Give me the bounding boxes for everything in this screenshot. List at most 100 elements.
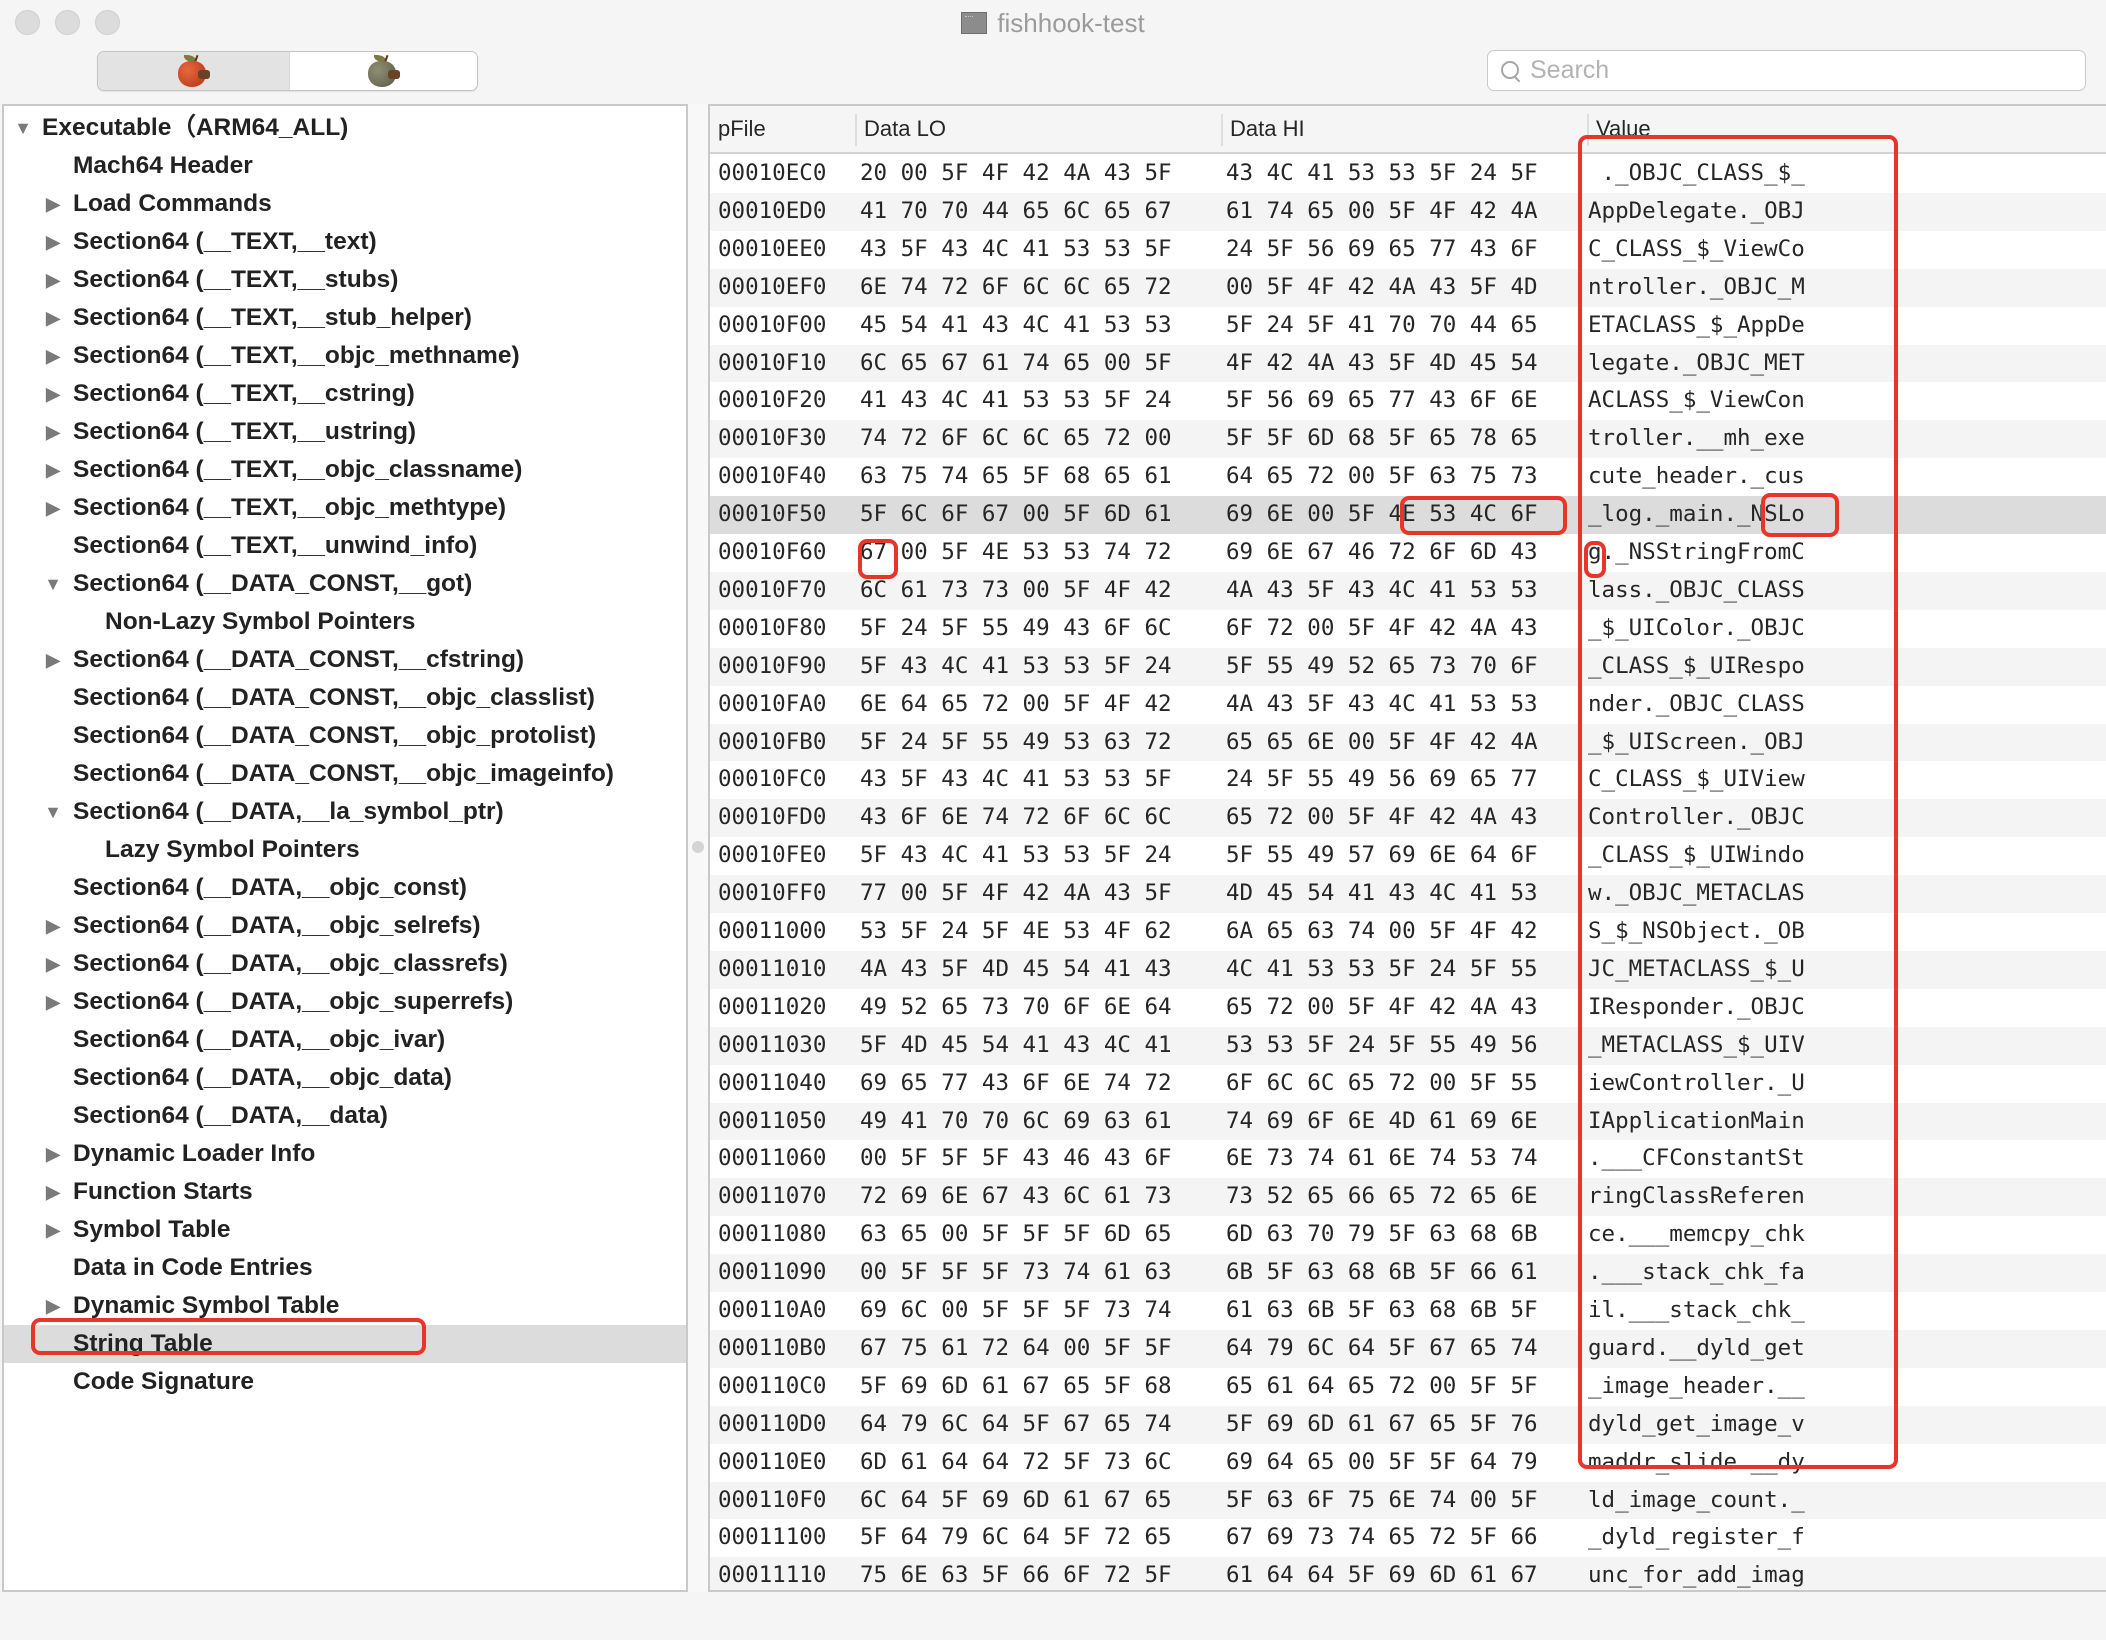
hex-table[interactable]: pFile Data LO Data HI Value 00010EC0 20 0… [708, 104, 2106, 1592]
disclosure-triangle-collapsed-icon[interactable]: ▶ [44, 1211, 62, 1249]
table-row[interactable]: 00010ED0 41 70 70 44 65 6C 65 67 61 74 65 … [710, 192, 2106, 231]
table-row[interactable]: 000110A0 69 6C 00 5F 5F 5F 73 74 61 63 6B … [710, 1292, 2106, 1330]
disclosure-triangle-collapsed-icon[interactable]: ▶ [44, 299, 62, 337]
tree-item[interactable]: ▶ Section64 (__DATA,__objc_classrefs) [4, 945, 686, 983]
table-row[interactable]: 00011100 5F 64 79 6C 64 5F 72 65 67 69 73 … [710, 1519, 2106, 1557]
disclosure-triangle-collapsed-icon[interactable]: ▶ [44, 489, 62, 527]
tree-item[interactable]: ▶ Section64 (__TEXT,__ustring) [4, 413, 686, 451]
table-row[interactable]: 00011090 00 5F 5F 5F 73 74 61 63 6B 5F 63 … [710, 1254, 2106, 1292]
tree-item[interactable]: Data in Code Entries [4, 1249, 686, 1287]
column-header-data-lo[interactable]: Data LO [856, 106, 946, 152]
disclosure-triangle-collapsed-icon[interactable]: ▶ [44, 1135, 62, 1173]
table-row[interactable]: 000110F0 6C 64 5F 69 6D 61 67 65 5F 63 6F … [710, 1481, 2106, 1520]
tree-item[interactable]: Section64 (__DATA,__data) [4, 1097, 686, 1135]
tree-item[interactable]: Section64 (__DATA,__objc_const) [4, 869, 686, 907]
disclosure-triangle-expanded-icon[interactable]: ▼ [14, 109, 32, 147]
tree-item[interactable]: Section64 (__DATA_CONST,__objc_classlist… [4, 679, 686, 717]
disclosure-triangle-expanded-icon[interactable]: ▼ [44, 793, 62, 831]
tree-item[interactable]: Mach64 Header [4, 147, 686, 185]
disclosure-triangle-collapsed-icon[interactable]: ▶ [44, 451, 62, 489]
table-row[interactable]: 00011070 72 69 6E 67 43 6C 61 73 73 52 65 … [710, 1178, 2106, 1217]
tree-item[interactable]: ▶ Dynamic Loader Info [4, 1135, 686, 1173]
table-row[interactable]: 00010F20 41 43 4C 41 53 53 5F 24 5F 56 69 … [710, 382, 2106, 420]
segment-raw-mode[interactable] [290, 52, 477, 90]
table-row[interactable]: 00011020 49 52 65 73 70 6F 6E 64 65 72 00 … [710, 989, 2106, 1027]
tree-item[interactable]: ▼ Section64 (__DATA_CONST,__got) [4, 565, 686, 603]
disclosure-triangle-collapsed-icon[interactable]: ▶ [44, 261, 62, 299]
disclosure-triangle-collapsed-icon[interactable]: ▶ [44, 337, 62, 375]
column-header-pfile[interactable]: pFile [710, 106, 766, 152]
disclosure-triangle-collapsed-icon[interactable]: ▶ [44, 945, 62, 983]
tree-item[interactable]: ▶ Section64 (__TEXT,__objc_methtype) [4, 489, 686, 527]
table-row[interactable]: 00010F70 6C 61 73 73 00 5F 4F 42 4A 43 5F … [710, 571, 2106, 610]
tree-item[interactable]: ▼ Executable（ARM64_ALL) [4, 109, 686, 147]
tree-item[interactable]: Lazy Symbol Pointers [4, 831, 686, 869]
table-row[interactable]: 00011080 63 65 00 5F 5F 5F 6D 65 6D 63 70 … [710, 1216, 2106, 1254]
table-row[interactable]: 00010EC0 20 00 5F 4F 42 4A 43 5F 43 4C 41 … [710, 155, 2106, 193]
table-row[interactable]: 00010FA0 6E 64 65 72 00 5F 4F 42 4A 43 5F … [710, 686, 2106, 724]
table-row[interactable]: 00010F80 5F 24 5F 55 49 43 6F 6C 6F 72 00 … [710, 610, 2106, 648]
table-row[interactable]: 00010FD0 43 6F 6E 74 72 6F 6C 6C 65 72 00 … [710, 799, 2106, 838]
table-row[interactable]: 00010F40 63 75 74 65 5F 68 65 61 64 65 72 … [710, 458, 2106, 496]
search-input[interactable] [1530, 56, 2070, 85]
tree-item[interactable]: Section64 (__DATA,__objc_data) [4, 1059, 686, 1097]
table-row[interactable]: 00011060 00 5F 5F 5F 43 46 43 6F 6E 73 74 … [710, 1140, 2106, 1178]
disclosure-triangle-collapsed-icon[interactable]: ▶ [44, 185, 62, 223]
search-field[interactable] [1487, 50, 2086, 91]
table-row[interactable]: 00010F90 5F 43 4C 41 53 53 5F 24 5F 55 49 … [710, 647, 2106, 686]
tree-item[interactable]: ▶ Section64 (__DATA_CONST,__cfstring) [4, 641, 686, 679]
column-header-value[interactable]: Value [1588, 106, 1651, 152]
table-row[interactable]: 00010F50 5F 6C 6F 67 00 5F 6D 61 69 6E 00 … [710, 496, 2106, 534]
table-row[interactable]: 00011030 5F 4D 45 54 41 43 4C 41 53 53 5F … [710, 1026, 2106, 1065]
divider-handle[interactable] [692, 841, 704, 853]
table-row[interactable]: 00011110 75 6E 63 5F 66 6F 72 5F 61 64 64 … [710, 1557, 2106, 1590]
table-row[interactable]: 00010F60 67 00 5F 4E 53 53 74 72 69 6E 67 … [710, 534, 2106, 572]
column-header-data-hi[interactable]: Data HI [1222, 106, 1305, 152]
tree-item[interactable]: ▶ Section64 (__DATA,__objc_superrefs) [4, 983, 686, 1021]
tree-item[interactable]: Section64 (__TEXT,__unwind_info) [4, 527, 686, 565]
table-row[interactable]: 00010FC0 43 5F 43 4C 41 53 53 5F 24 5F 55 … [710, 761, 2106, 799]
table-row[interactable]: 00010F10 6C 65 67 61 74 65 00 5F 4F 42 4A … [710, 344, 2106, 383]
table-row[interactable]: 00010FE0 5F 43 4C 41 53 53 5F 24 5F 55 49 … [710, 837, 2106, 875]
table-row[interactable]: 00010F00 45 54 41 43 4C 41 53 53 5F 24 5F … [710, 307, 2106, 345]
tree-item[interactable]: Section64 (__DATA_CONST,__objc_imageinfo… [4, 755, 686, 793]
tree-item[interactable]: ▶ Function Starts [4, 1173, 686, 1211]
disclosure-triangle-collapsed-icon[interactable]: ▶ [44, 375, 62, 413]
disclosure-triangle-collapsed-icon[interactable]: ▶ [44, 1287, 62, 1325]
tree-item[interactable]: Code Signature [4, 1363, 686, 1401]
tree-item[interactable]: ▶ Symbol Table [4, 1211, 686, 1249]
split-view-divider[interactable] [688, 104, 708, 1592]
segment-rva-mode[interactable] [98, 52, 290, 90]
table-row[interactable]: 00010EF0 6E 74 72 6F 6C 6C 65 72 00 5F 4F … [710, 268, 2106, 307]
table-row[interactable]: 00010EE0 43 5F 43 4C 41 53 53 5F 24 5F 56 … [710, 231, 2106, 269]
tree-item[interactable]: ▶ Section64 (__TEXT,__cstring) [4, 375, 686, 413]
disclosure-triangle-collapsed-icon[interactable]: ▶ [44, 983, 62, 1021]
disclosure-triangle-collapsed-icon[interactable]: ▶ [44, 223, 62, 261]
disclosure-triangle-expanded-icon[interactable]: ▼ [44, 565, 62, 603]
tree-item[interactable]: ▶ Section64 (__TEXT,__stubs) [4, 261, 686, 299]
tree-item[interactable]: ▶ Section64 (__TEXT,__objc_classname) [4, 451, 686, 489]
tree-item[interactable]: String Table [4, 1325, 686, 1363]
tree-item[interactable]: ▶ Section64 (__TEXT,__objc_methname) [4, 337, 686, 375]
tree-item[interactable]: ▼ Section64 (__DATA,__la_symbol_ptr) [4, 793, 686, 831]
table-row[interactable]: 00011010 4A 43 5F 4D 45 54 41 43 4C 41 53 … [710, 950, 2106, 989]
tree-item[interactable]: ▶ Section64 (__TEXT,__text) [4, 223, 686, 261]
tree-item[interactable]: ▶ Section64 (__DATA,__objc_selrefs) [4, 907, 686, 945]
table-row[interactable]: 00011040 69 65 77 43 6F 6E 74 72 6F 6C 6C … [710, 1065, 2106, 1103]
table-row[interactable]: 00010FB0 5F 24 5F 55 49 53 63 72 65 65 6E … [710, 723, 2106, 762]
table-row[interactable]: 000110E0 6D 61 64 64 72 5F 73 6C 69 64 65 … [710, 1444, 2106, 1482]
tree-item[interactable]: Section64 (__DATA,__objc_ivar) [4, 1021, 686, 1059]
tree-item[interactable]: Non-Lazy Symbol Pointers [4, 603, 686, 641]
disclosure-triangle-collapsed-icon[interactable]: ▶ [44, 413, 62, 451]
table-row[interactable]: 00010F30 74 72 6F 6C 6C 65 72 00 5F 5F 6D … [710, 420, 2106, 459]
tree-item[interactable]: Section64 (__DATA_CONST,__objc_protolist… [4, 717, 686, 755]
tree-item[interactable]: ▶ Load Commands [4, 185, 686, 223]
table-row[interactable]: 000110C0 5F 69 6D 61 67 65 5F 68 65 61 64 … [710, 1368, 2106, 1406]
table-row[interactable]: 00011000 53 5F 24 5F 4E 53 4F 62 6A 65 63 … [710, 913, 2106, 951]
disclosure-triangle-collapsed-icon[interactable]: ▶ [44, 1173, 62, 1211]
disclosure-triangle-collapsed-icon[interactable]: ▶ [44, 641, 62, 679]
table-row[interactable]: 000110D0 64 79 6C 64 5F 67 65 74 5F 69 6D … [710, 1405, 2106, 1444]
disclosure-triangle-collapsed-icon[interactable]: ▶ [44, 907, 62, 945]
structure-tree[interactable]: ▼ Executable（ARM64_ALL) Mach64 Header ▶ Load… [2, 104, 688, 1592]
view-mode-segmented-control[interactable] [97, 51, 478, 91]
